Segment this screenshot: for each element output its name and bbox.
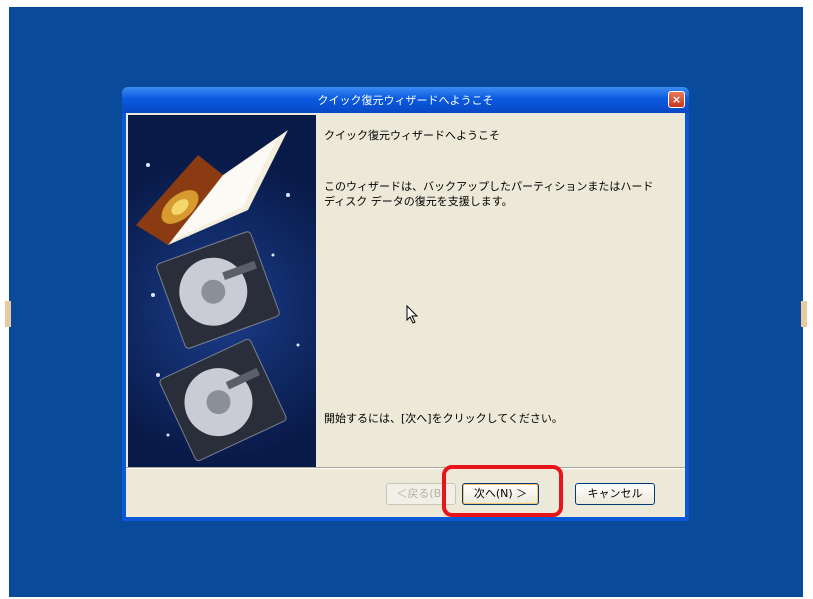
left-edge-handle: [5, 301, 11, 327]
wizard-instruction: 開始するには、[次へ]をクリックしてください。: [324, 412, 563, 425]
window-title: クイック復元ウィザードへようこそ: [317, 94, 494, 107]
title-bar: クイック復元ウィザードへようこそ ×: [122, 87, 689, 113]
wizard-heading: クイック復元ウィザードへようこそ: [324, 129, 500, 142]
wizard-description: このウィザードは、バックアップしたパーティションまたはハードディスク データの復…: [324, 180, 654, 208]
right-edge-handle: [801, 301, 807, 327]
book-hard-disk-graphic: [128, 115, 316, 467]
wizard-window: クイック復元ウィザードへようこそ × クイック復元ウィザードへようこそ このウィ…: [122, 87, 689, 521]
mouse-cursor-icon: [406, 304, 420, 329]
cancel-button[interactable]: キャンセル: [575, 483, 655, 505]
next-button-highlight: [442, 465, 563, 517]
close-icon[interactable]: ×: [668, 91, 685, 108]
divider: [126, 467, 685, 469]
